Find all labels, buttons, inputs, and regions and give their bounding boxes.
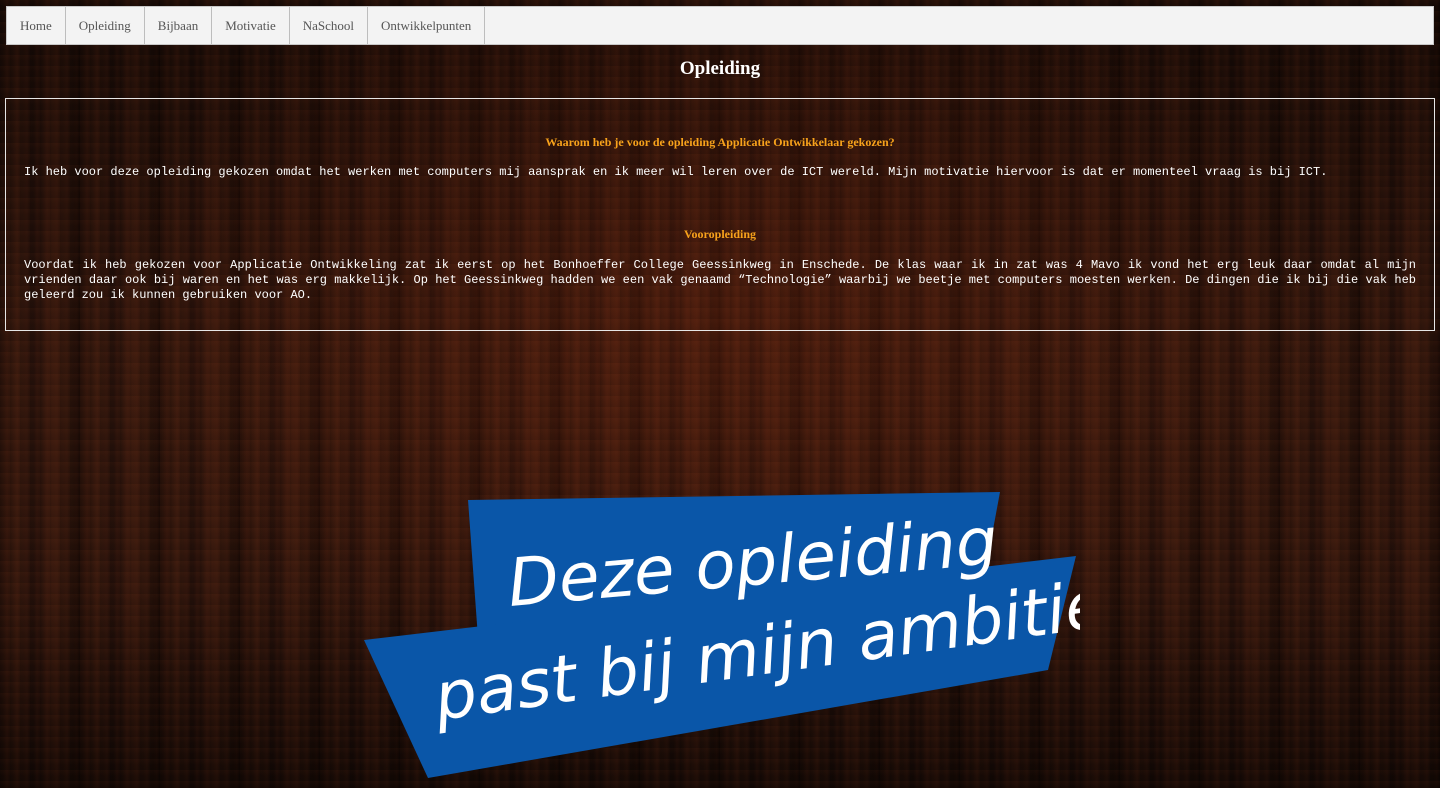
nav-item-motivatie[interactable]: Motivatie — [212, 7, 290, 44]
section-text-vooropleiding: Voordat ik heb gekozen voor Applicatie O… — [24, 258, 1416, 302]
section-text-motivation: Ik heb voor deze opleiding gekozen omdat… — [24, 165, 1328, 179]
ambition-banner-image: Deze opleiding past bij mijn ambitie! — [360, 488, 1080, 788]
section-heading-motivation: Waarom heb je voor de opleiding Applicat… — [545, 135, 895, 149]
content-box: Waarom heb je voor de opleiding Applicat… — [5, 98, 1435, 331]
nav-item-ontwikkelpunten[interactable]: Ontwikkelpunten — [368, 7, 486, 44]
nav-item-home[interactable]: Home — [7, 7, 66, 44]
nav-item-opleiding[interactable]: Opleiding — [66, 7, 145, 44]
nav-item-naschool[interactable]: NaSchool — [290, 7, 369, 44]
section-heading-vooropleiding: Vooropleiding — [683, 227, 757, 241]
nav-item-bijbaan[interactable]: Bijbaan — [145, 7, 213, 44]
main-navigation: Home Opleiding Bijbaan Motivatie NaSchoo… — [6, 6, 1434, 45]
page-title: Opleiding — [679, 58, 761, 79]
